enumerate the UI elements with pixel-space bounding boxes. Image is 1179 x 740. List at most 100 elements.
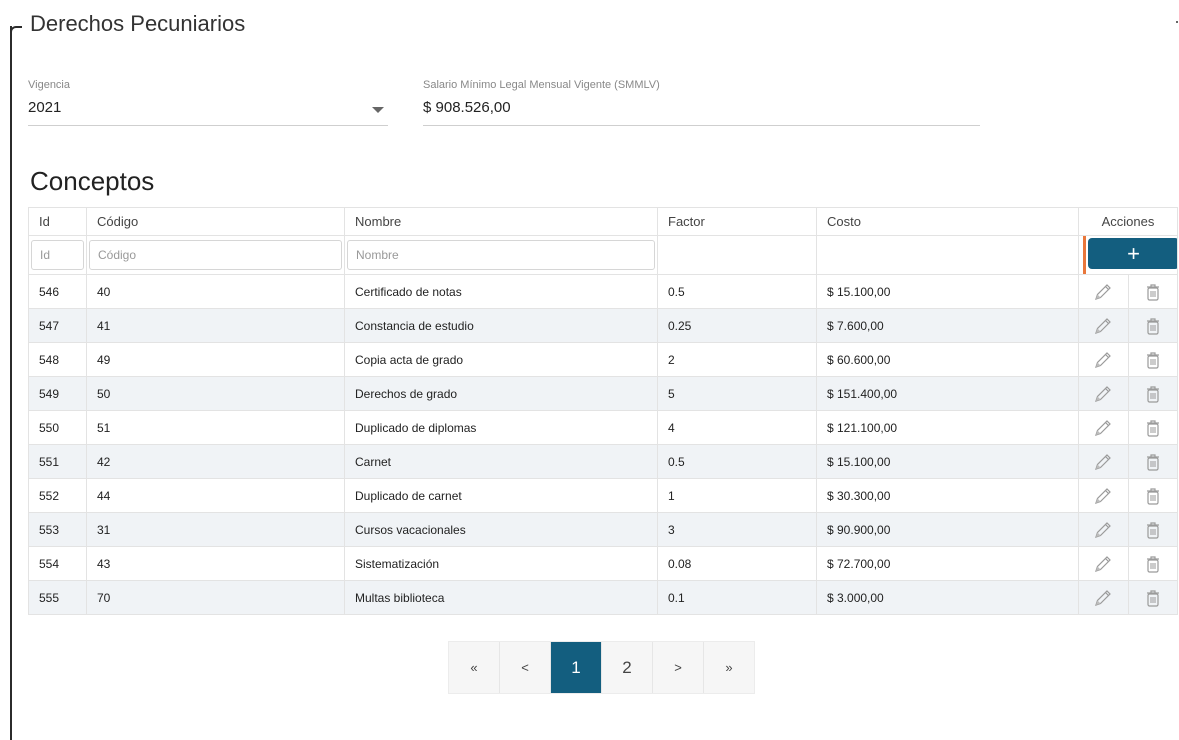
col-header-nombre[interactable]: Nombre — [344, 207, 658, 236]
table-row: 550 51 Duplicado de diplomas 4 $ 121.100,00 — [28, 410, 1178, 445]
trash-icon[interactable] — [1142, 519, 1164, 541]
table-header-row: Id Código Nombre Factor Costo Acciones — [28, 207, 1178, 236]
pencil-icon[interactable] — [1092, 587, 1114, 609]
cell-nombre: Sistematización — [344, 546, 658, 581]
col-header-id[interactable]: Id — [28, 207, 87, 236]
cell-factor: 1 — [657, 478, 817, 513]
filter-cell-acciones: + — [1078, 235, 1178, 275]
table-row: 548 49 Copia acta de grado 2 $ 60.600,00 — [28, 342, 1178, 377]
table-row: 547 41 Constancia de estudio 0.25 $ 7.600,00 — [28, 308, 1178, 343]
col-header-codigo[interactable]: Código — [86, 207, 345, 236]
add-wrap: + — [1081, 236, 1177, 274]
cell-id: 551 — [28, 444, 87, 479]
cell-acciones — [1078, 580, 1178, 615]
cell-codigo: 40 — [86, 274, 345, 309]
pencil-icon[interactable] — [1092, 349, 1114, 371]
cell-factor: 0.08 — [657, 546, 817, 581]
pencil-icon[interactable] — [1092, 451, 1114, 473]
cell-codigo: 50 — [86, 376, 345, 411]
conceptos-table: Id Código Nombre Factor Costo Acciones + — [28, 207, 1178, 615]
filter-nombre-input[interactable] — [347, 240, 655, 270]
pagination-page-1[interactable]: 1 — [551, 642, 602, 693]
smmlv-value[interactable]: $ 908.526,00 — [423, 99, 980, 116]
cell-codigo: 44 — [86, 478, 345, 513]
pencil-icon[interactable] — [1092, 485, 1114, 507]
cell-id: 550 — [28, 410, 87, 445]
cell-costo: $ 7.600,00 — [816, 308, 1079, 343]
vigencia-select[interactable]: Vigencia 2021 — [28, 79, 388, 127]
table-row: 553 31 Cursos vacacionales 3 $ 90.900,00 — [28, 512, 1178, 547]
pencil-icon[interactable] — [1092, 315, 1114, 337]
filter-cell-costo — [816, 235, 1079, 275]
cell-acciones — [1078, 512, 1178, 547]
trash-icon[interactable] — [1142, 349, 1164, 371]
caret-down-icon[interactable] — [372, 107, 384, 113]
cell-costo: $ 121.100,00 — [816, 410, 1079, 445]
pagination-last[interactable]: » — [704, 642, 754, 693]
cell-codigo: 31 — [86, 512, 345, 547]
pencil-icon[interactable] — [1092, 519, 1114, 541]
cell-id: 553 — [28, 512, 87, 547]
col-header-costo[interactable]: Costo — [816, 207, 1079, 236]
cell-acciones — [1078, 410, 1178, 445]
cell-acciones — [1078, 376, 1178, 411]
filter-codigo-input[interactable] — [89, 240, 342, 270]
fieldset-border-left — [10, 26, 12, 740]
cell-id: 555 — [28, 580, 87, 615]
cell-factor: 4 — [657, 410, 817, 445]
table-row: 554 43 Sistematización 0.08 $ 72.700,00 — [28, 546, 1178, 581]
trash-icon[interactable] — [1142, 383, 1164, 405]
trash-icon[interactable] — [1142, 315, 1164, 337]
cell-nombre: Duplicado de carnet — [344, 478, 658, 513]
cell-id: 547 — [28, 308, 87, 343]
trash-icon[interactable] — [1142, 587, 1164, 609]
smmlv-field[interactable]: Salario Mínimo Legal Mensual Vigente (SM… — [423, 79, 980, 127]
pagination-first[interactable]: « — [449, 642, 500, 693]
cell-acciones — [1078, 274, 1178, 309]
cell-factor: 2 — [657, 342, 817, 377]
cell-codigo: 42 — [86, 444, 345, 479]
filter-cell-factor — [657, 235, 817, 275]
vigencia-value[interactable]: 2021 — [28, 99, 388, 116]
cell-codigo: 43 — [86, 546, 345, 581]
smmlv-underline — [423, 125, 980, 126]
vigencia-underline — [28, 125, 388, 126]
filter-cell-codigo — [86, 235, 345, 275]
pagination-next[interactable]: > — [653, 642, 704, 693]
pencil-icon[interactable] — [1092, 553, 1114, 575]
cell-codigo: 49 — [86, 342, 345, 377]
cell-costo: $ 151.400,00 — [816, 376, 1079, 411]
table-row: 555 70 Multas biblioteca 0.1 $ 3.000,00 — [28, 580, 1178, 615]
pencil-icon[interactable] — [1092, 281, 1114, 303]
trash-icon[interactable] — [1142, 485, 1164, 507]
cell-nombre: Multas biblioteca — [344, 580, 658, 615]
pencil-icon[interactable] — [1092, 383, 1114, 405]
filter-cell-nombre — [344, 235, 658, 275]
trash-icon[interactable] — [1142, 451, 1164, 473]
pagination-page-2[interactable]: 2 — [602, 642, 653, 693]
cell-factor: 0.5 — [657, 444, 817, 479]
table-row: 551 42 Carnet 0.5 $ 15.100,00 — [28, 444, 1178, 479]
filter-id-input[interactable] — [31, 240, 84, 270]
cell-id: 552 — [28, 478, 87, 513]
pencil-icon[interactable] — [1092, 417, 1114, 439]
cell-id: 546 — [28, 274, 87, 309]
cell-acciones — [1078, 546, 1178, 581]
cell-nombre: Carnet — [344, 444, 658, 479]
trash-icon[interactable] — [1142, 553, 1164, 575]
cell-nombre: Certificado de notas — [344, 274, 658, 309]
conceptos-title: Conceptos — [30, 166, 155, 196]
table-row: 552 44 Duplicado de carnet 1 $ 30.300,00 — [28, 478, 1178, 513]
table-filter-row: + — [28, 235, 1178, 275]
col-header-acciones: Acciones — [1078, 207, 1178, 236]
add-button[interactable]: + — [1088, 238, 1177, 269]
cell-codigo: 51 — [86, 410, 345, 445]
cell-acciones — [1078, 478, 1178, 513]
trash-icon[interactable] — [1142, 281, 1164, 303]
pagination: « < 1 2 > » — [448, 641, 755, 694]
cell-codigo: 41 — [86, 308, 345, 343]
filter-cell-id — [28, 235, 87, 275]
col-header-factor[interactable]: Factor — [657, 207, 817, 236]
trash-icon[interactable] — [1142, 417, 1164, 439]
pagination-prev[interactable]: < — [500, 642, 551, 693]
